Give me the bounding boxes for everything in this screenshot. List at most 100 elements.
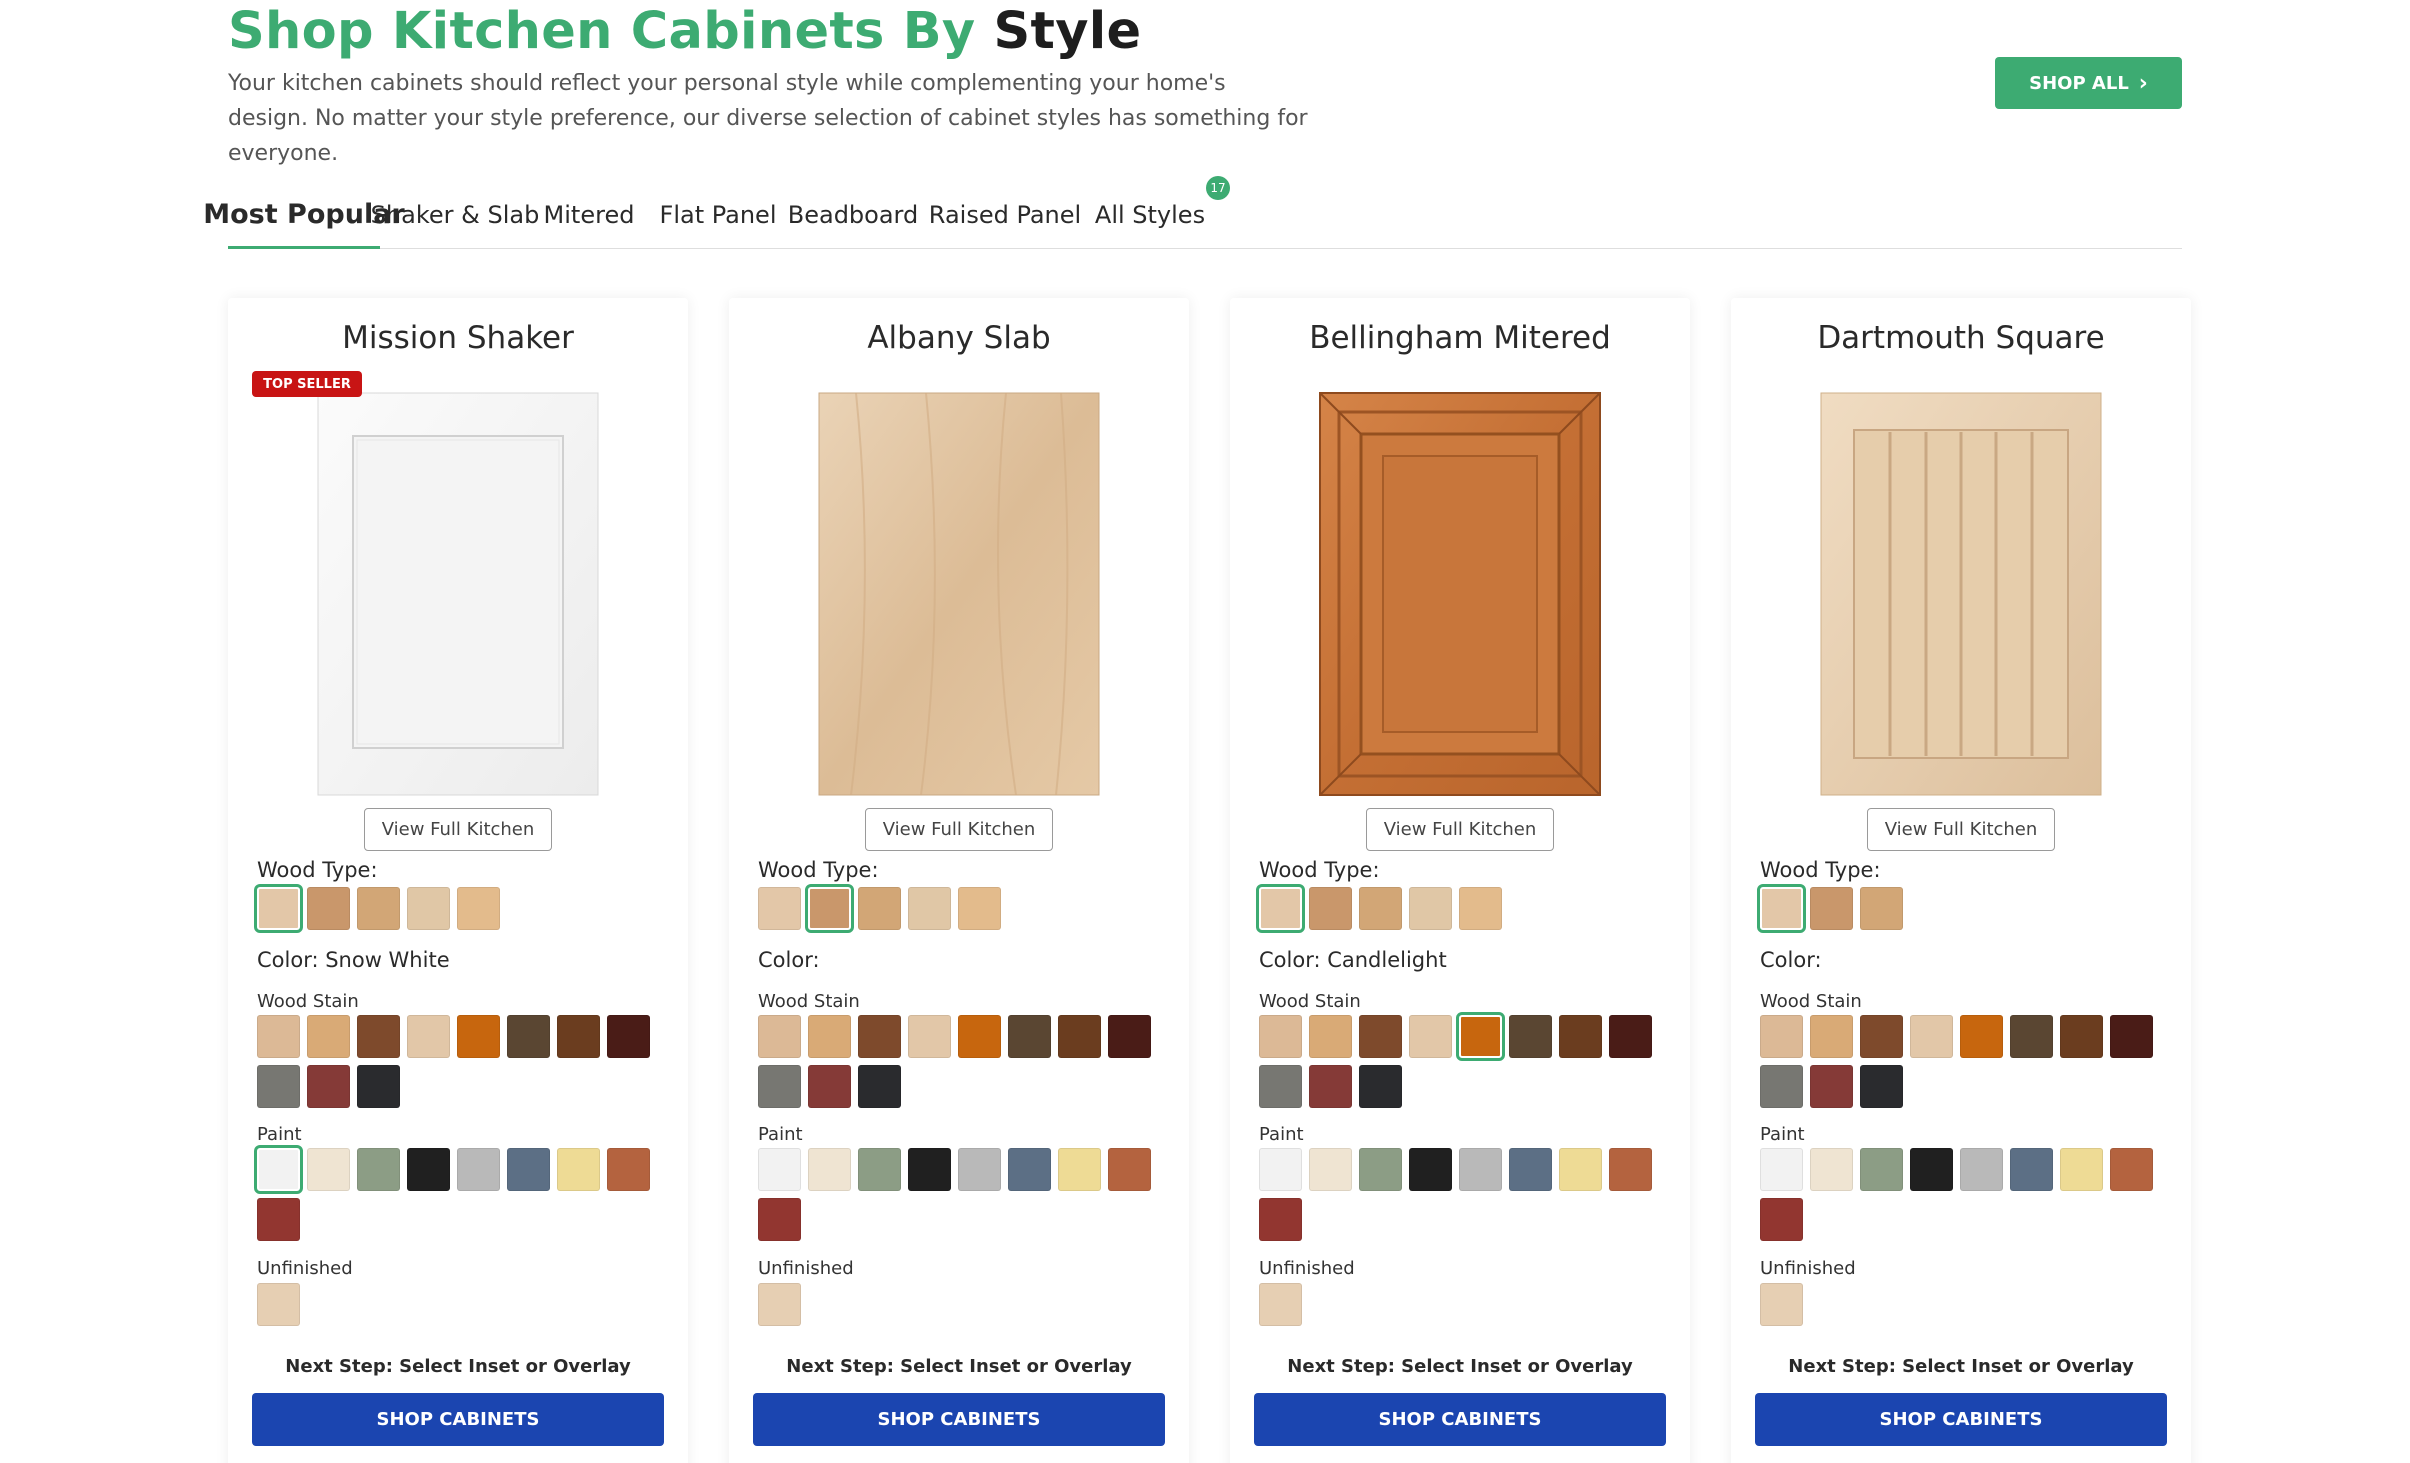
stain-swatch[interactable]: [1058, 1015, 1101, 1058]
wood-type-swatch[interactable]: [457, 887, 500, 930]
shop-cabinets-button[interactable]: SHOP CABINETS: [252, 1393, 664, 1446]
tab-mitered[interactable]: Mitered: [534, 183, 644, 247]
unfinished-swatch[interactable]: [1259, 1283, 1302, 1326]
wood-type-swatch[interactable]: [1256, 884, 1305, 933]
wood-type-swatch[interactable]: [1409, 887, 1452, 930]
stain-swatch[interactable]: [2110, 1015, 2153, 1058]
paint-swatch[interactable]: [1910, 1148, 1953, 1191]
paint-swatch[interactable]: [808, 1148, 851, 1191]
wood-type-swatch[interactable]: [1309, 887, 1352, 930]
view-full-kitchen-button[interactable]: View Full Kitchen: [1366, 808, 1554, 851]
wood-type-swatch[interactable]: [1810, 887, 1853, 930]
wood-type-swatch[interactable]: [1359, 887, 1402, 930]
paint-swatch[interactable]: [257, 1198, 300, 1241]
stain-swatch[interactable]: [2060, 1015, 2103, 1058]
wood-type-swatch[interactable]: [1860, 887, 1903, 930]
paint-swatch[interactable]: [758, 1148, 801, 1191]
paint-swatch[interactable]: [758, 1198, 801, 1241]
paint-swatch[interactable]: [1008, 1148, 1051, 1191]
stain-swatch[interactable]: [307, 1015, 350, 1058]
tab-beadboard[interactable]: Beadboard: [784, 183, 922, 247]
stain-swatch[interactable]: [1860, 1015, 1903, 1058]
stain-swatch[interactable]: [1359, 1065, 1402, 1108]
tab-all-styles[interactable]: All Styles 17: [1090, 176, 1230, 247]
paint-swatch[interactable]: [1309, 1148, 1352, 1191]
paint-swatch[interactable]: [1760, 1148, 1803, 1191]
paint-swatch[interactable]: [1459, 1148, 1502, 1191]
paint-swatch[interactable]: [858, 1148, 901, 1191]
paint-swatch[interactable]: [2010, 1148, 2053, 1191]
wood-type-swatch[interactable]: [805, 884, 854, 933]
shop-cabinets-button[interactable]: SHOP CABINETS: [1755, 1393, 2167, 1446]
stain-swatch[interactable]: [808, 1065, 851, 1108]
stain-swatch[interactable]: [1008, 1015, 1051, 1058]
stain-swatch[interactable]: [1760, 1065, 1803, 1108]
paint-swatch[interactable]: [1108, 1148, 1151, 1191]
view-full-kitchen-button[interactable]: View Full Kitchen: [364, 808, 552, 851]
tab-shaker-slab[interactable]: Shaker & Slab: [371, 183, 540, 247]
paint-swatch[interactable]: [1860, 1148, 1903, 1191]
paint-swatch[interactable]: [1058, 1148, 1101, 1191]
view-full-kitchen-button[interactable]: View Full Kitchen: [865, 808, 1053, 851]
shop-all-button[interactable]: SHOP ALL ›: [1995, 57, 2182, 109]
paint-swatch[interactable]: [958, 1148, 1001, 1191]
wood-type-swatch[interactable]: [357, 887, 400, 930]
paint-swatch[interactable]: [607, 1148, 650, 1191]
stain-swatch[interactable]: [1960, 1015, 2003, 1058]
stain-swatch[interactable]: [507, 1015, 550, 1058]
stain-swatch[interactable]: [357, 1015, 400, 1058]
stain-swatch[interactable]: [1309, 1065, 1352, 1108]
view-full-kitchen-button[interactable]: View Full Kitchen: [1867, 808, 2055, 851]
stain-swatch[interactable]: [1359, 1015, 1402, 1058]
wood-type-swatch[interactable]: [1757, 884, 1806, 933]
shop-cabinets-button[interactable]: SHOP CABINETS: [1254, 1393, 1666, 1446]
unfinished-swatch[interactable]: [758, 1283, 801, 1326]
stain-swatch[interactable]: [758, 1065, 801, 1108]
stain-swatch[interactable]: [257, 1065, 300, 1108]
stain-swatch[interactable]: [1456, 1012, 1505, 1061]
paint-swatch[interactable]: [1960, 1148, 2003, 1191]
unfinished-swatch[interactable]: [1760, 1283, 1803, 1326]
shop-cabinets-button[interactable]: SHOP CABINETS: [753, 1393, 1165, 1446]
stain-swatch[interactable]: [858, 1065, 901, 1108]
stain-swatch[interactable]: [307, 1065, 350, 1108]
paint-swatch[interactable]: [254, 1145, 303, 1194]
tab-most-popular[interactable]: Most Popular: [203, 183, 405, 249]
paint-swatch[interactable]: [2110, 1148, 2153, 1191]
stain-swatch[interactable]: [1860, 1065, 1903, 1108]
wood-type-swatch[interactable]: [1459, 887, 1502, 930]
stain-swatch[interactable]: [1760, 1015, 1803, 1058]
wood-type-swatch[interactable]: [307, 887, 350, 930]
paint-swatch[interactable]: [1760, 1198, 1803, 1241]
door-image[interactable]: [816, 390, 1102, 798]
door-image[interactable]: [1818, 390, 2104, 798]
paint-swatch[interactable]: [908, 1148, 951, 1191]
paint-swatch[interactable]: [1509, 1148, 1552, 1191]
stain-swatch[interactable]: [1910, 1015, 1953, 1058]
stain-swatch[interactable]: [1509, 1015, 1552, 1058]
stain-swatch[interactable]: [1810, 1015, 1853, 1058]
paint-swatch[interactable]: [1409, 1148, 1452, 1191]
paint-swatch[interactable]: [1259, 1148, 1302, 1191]
wood-type-swatch[interactable]: [908, 887, 951, 930]
wood-type-swatch[interactable]: [758, 887, 801, 930]
wood-type-swatch[interactable]: [858, 887, 901, 930]
paint-swatch[interactable]: [457, 1148, 500, 1191]
stain-swatch[interactable]: [1609, 1015, 1652, 1058]
stain-swatch[interactable]: [1108, 1015, 1151, 1058]
stain-swatch[interactable]: [1309, 1015, 1352, 1058]
stain-swatch[interactable]: [758, 1015, 801, 1058]
door-image[interactable]: [315, 390, 601, 798]
stain-swatch[interactable]: [1259, 1065, 1302, 1108]
stain-swatch[interactable]: [858, 1015, 901, 1058]
paint-swatch[interactable]: [1559, 1148, 1602, 1191]
stain-swatch[interactable]: [407, 1015, 450, 1058]
paint-swatch[interactable]: [357, 1148, 400, 1191]
stain-swatch[interactable]: [1810, 1065, 1853, 1108]
stain-swatch[interactable]: [557, 1015, 600, 1058]
stain-swatch[interactable]: [1259, 1015, 1302, 1058]
stain-swatch[interactable]: [908, 1015, 951, 1058]
stain-swatch[interactable]: [257, 1015, 300, 1058]
paint-swatch[interactable]: [2060, 1148, 2103, 1191]
paint-swatch[interactable]: [407, 1148, 450, 1191]
